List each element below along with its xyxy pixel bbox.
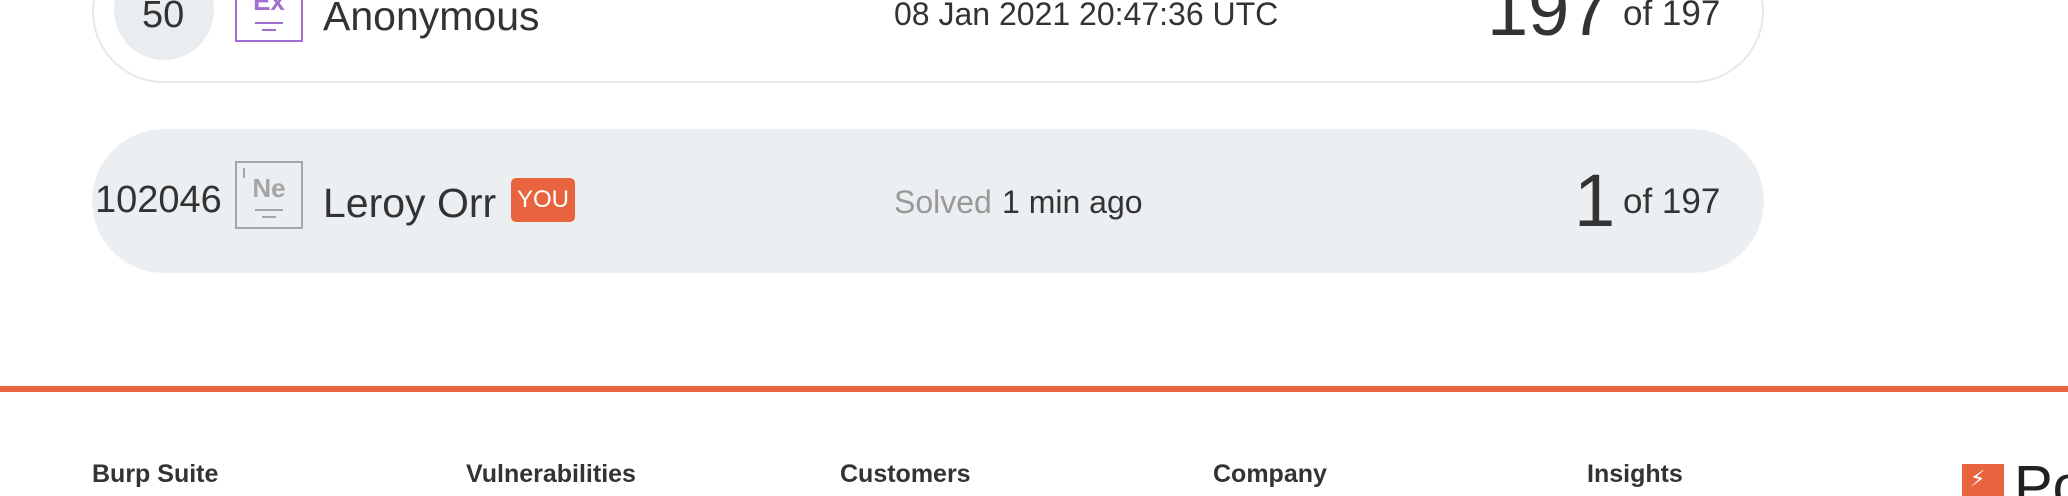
element-tile-icon: Ne (235, 161, 303, 229)
tile-underline-short (262, 216, 276, 218)
page: 50 Ex Anonymous 08 Jan 2021 20:47:36 UTC… (0, 0, 2068, 496)
footer-heading-customers[interactable]: Customers (840, 462, 971, 487)
element-symbol: Ne (252, 173, 286, 203)
logo-icon[interactable]: ⚡ (1962, 464, 2004, 496)
tile-underline (255, 22, 283, 24)
of-total: of 197 (1623, 0, 1721, 33)
element-tile-icon: Ex (235, 0, 303, 42)
footer-heading-insights[interactable]: Insights (1587, 462, 1683, 487)
tile-underline (255, 209, 283, 211)
solved-timestamp: 08 Jan 2021 20:47:36 UTC (894, 0, 1279, 32)
rank-number: 102046 (95, 179, 222, 221)
player-name: Anonymous (323, 0, 540, 39)
leaderboard-position: 1 (1574, 159, 1616, 242)
leaderboard-position: 197 (1487, 0, 1611, 51)
you-badge: YOU (511, 178, 575, 222)
footer-heading-company[interactable]: Company (1213, 462, 1327, 487)
solved-time: 1 min ago (1002, 184, 1143, 220)
element-symbol: Ex (253, 0, 285, 16)
logo-text[interactable]: Po (2014, 458, 2068, 496)
of-total: of 197 (1623, 182, 1721, 221)
footer-heading-vulnerabilities[interactable]: Vulnerabilities (466, 462, 636, 487)
footer-heading-burp-suite[interactable]: Burp Suite (92, 462, 218, 487)
footer-divider (0, 386, 2068, 392)
player-name: Leroy Orr (323, 180, 497, 226)
solved-label: Solved (894, 184, 992, 220)
rank-number: 50 (142, 0, 185, 36)
tile-tick (243, 168, 245, 178)
tile-underline-short (262, 29, 276, 31)
